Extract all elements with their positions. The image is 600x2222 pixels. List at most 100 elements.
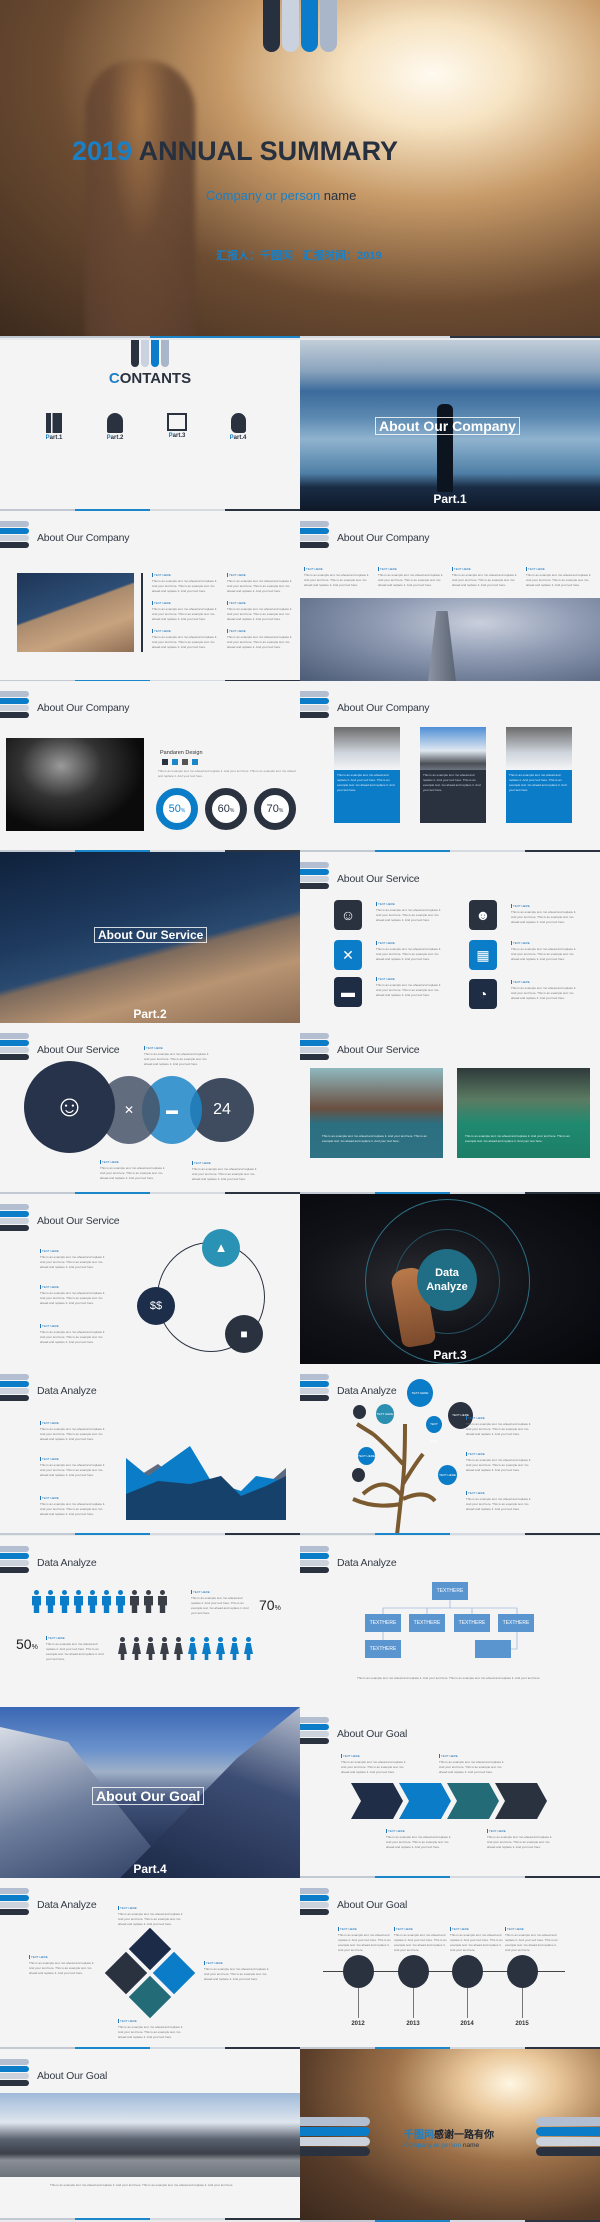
text-block-body: This is an example text. Go ahead and re… (40, 1290, 106, 1305)
text-block-body: This is an example text. Go ahead and re… (466, 1421, 532, 1436)
text-block-label: TEXT HERE (152, 629, 220, 633)
text-block-body: This is an example text. Go ahead and re… (376, 982, 442, 997)
part-item-2[interactable]: Part.2 (101, 413, 129, 441)
google-plus-icon[interactable] (182, 759, 188, 765)
text-block-body: This is an example text. Go ahead and re… (338, 1932, 391, 1952)
slide-service-2[interactable]: About Our Service TEXT HERE This is an ex… (0, 1023, 300, 1194)
text-block: TEXT HERE This is an example text. Go ahe… (40, 1324, 108, 1345)
text-block-label: TEXT HERE (191, 1590, 253, 1594)
text-block: TEXT HERE This is an example text. Go ahe… (227, 573, 295, 594)
org-box: TEXTHERE (409, 1614, 445, 1632)
header-stripes-icon (0, 521, 29, 549)
slide-title: About Our Goal (37, 2070, 108, 2082)
text-block: TEXT HERE This is an example text. Go ahe… (450, 1927, 504, 1953)
section-part: Part.4 (133, 1862, 167, 1876)
cover-title: 2019 ANNUAL SUMMARY (72, 136, 398, 167)
slide-section-goal[interactable]: About Our Goal Part.4 (0, 1707, 300, 1878)
header-stripes-icon (300, 691, 329, 719)
slide-section-service[interactable]: About Our Service Part.2 (0, 852, 300, 1023)
text-block-body: This is an example text. Go ahead and re… (144, 1051, 210, 1066)
slide-data-1[interactable]: Data Analyze TEXT HERE This is an example… (0, 1364, 300, 1535)
text-block-label: TEXT HERE (511, 904, 579, 908)
stripes-left-icon (300, 2117, 370, 2156)
header-stripes-icon (300, 1888, 329, 1916)
part-item-1[interactable]: Part.1 (40, 413, 68, 441)
tree-dot (353, 1405, 366, 1419)
chevron-steps (351, 1783, 547, 1819)
text-block-label: TEXT HERE (450, 1927, 504, 1931)
header-stripes-icon (300, 1717, 329, 1745)
slide-company-3[interactable]: About Our Company Pandaren Design This i… (0, 681, 300, 852)
gift-icon: ▦ (469, 940, 497, 970)
slide-company-4[interactable]: About Our Company This is an example tex… (300, 681, 600, 852)
text-block: TEXT HERE This is an example text. Go ahe… (511, 904, 579, 925)
text-block-label: TEXT HERE (144, 1046, 212, 1050)
text-block-label: TEXT HERE (466, 1452, 534, 1456)
text-block-label: TEXT HERE (118, 1906, 186, 1910)
text-block-body: This is an example text. Go ahead and re… (386, 1834, 452, 1849)
text-block: TEXT HERE This is an example text. Go ahe… (378, 567, 446, 588)
slide-title: Data Analyze (37, 1385, 97, 1397)
card-2: This is an example text. Go ahead and re… (420, 727, 486, 823)
text-block-body: This is an example text. Go ahead and re… (192, 1166, 258, 1181)
slide-section-data[interactable]: Data Analyze Part.3 (300, 1194, 600, 1365)
slide-data-4[interactable]: Data Analyze TEXTHERE TEXTHERE TEXTHERE … (300, 1536, 600, 1707)
female-person-icon (132, 1637, 141, 1660)
text-block: TEXT HERE This is an example text. Go ahe… (118, 1906, 186, 1927)
text-block-label: TEXT HERE (386, 1829, 454, 1833)
stripes-right-icon (536, 2117, 600, 2156)
slide-company-1[interactable]: About Our Company TEXT HERE This is an ex… (0, 511, 300, 682)
slide-goal-2[interactable]: About Our Goal TEXT HERE This is an examp… (300, 1878, 600, 2049)
slide-data-3[interactable]: Data Analyze TEXT HERE This is an example… (0, 1536, 300, 1707)
header-stripes-icon (300, 1374, 329, 1402)
text-block-label: TEXT HERE (118, 2019, 186, 2023)
slide-data-2[interactable]: Data Analyze TEXT HERE TEXT HERE TEXT HE… (300, 1364, 600, 1535)
percent-ring-50: 50% (156, 788, 198, 830)
timeline-node (343, 1955, 374, 1988)
header-stripes-icon (300, 521, 329, 549)
design-name: Pandaren Design (160, 750, 203, 756)
slide-service-4[interactable]: About Our Service TEXT HERE This is an ex… (0, 1194, 300, 1365)
header-stripes-icon (0, 1374, 29, 1402)
text-block: TEXT HERE This is an example text. Go ahe… (152, 573, 220, 594)
text-block: TEXT HERE This is an example text. Go ahe… (376, 941, 444, 962)
city-skyline-photo (0, 2093, 300, 2177)
logo-bars-icon (131, 340, 169, 367)
concert-photo (6, 738, 144, 831)
header-stripes-icon (0, 1033, 29, 1061)
worker-icon: ☻ (469, 900, 497, 930)
text-block-label: TEXT HERE (152, 601, 220, 605)
text-block-label: TEXT HERE (40, 1324, 108, 1328)
slide-cover[interactable]: 2019 ANNUAL SUMMARY Company or person na… (0, 0, 600, 338)
text-block-label: TEXT HERE (505, 1927, 559, 1931)
slide-company-2[interactable]: About Our Company TEXT HERE This is an ex… (300, 511, 600, 682)
part-item-3[interactable]: Part.3 (163, 413, 191, 439)
female-person-icon (216, 1637, 225, 1660)
slide-service-3[interactable]: About Our Service This is an example tex… (300, 1023, 600, 1194)
linkedin-icon[interactable] (192, 759, 198, 765)
slide-data-5[interactable]: Data Analyze TEXT HERE This is an example… (0, 1878, 300, 2049)
card-1: This is an example text. Go ahead and re… (334, 727, 400, 823)
text-block: TEXT HERE This is an example text. Go ahe… (304, 567, 372, 588)
person-icon (107, 413, 123, 433)
text-block-body: This is an example text. Go ahead and re… (341, 1759, 407, 1774)
text-block: TEXT HERE This is an example text. Go ahe… (40, 1457, 108, 1478)
facebook-icon[interactable] (162, 759, 168, 765)
part-item-4[interactable]: Part.4 (224, 413, 252, 441)
twitter-icon[interactable] (172, 759, 178, 765)
text-block-label: TEXT HERE (40, 1457, 108, 1461)
slide-contents[interactable]: CONTANTS Part.1 Part.2 Part.3 Part.4 (0, 340, 300, 511)
slide-goal-3[interactable]: About Our Goal This is an example text. … (0, 2049, 300, 2220)
text-block: TEXT HERE This is an example text. Go ahe… (376, 902, 444, 923)
people-row-male (32, 1590, 167, 1613)
closing-name: Company or person name (404, 2142, 480, 2149)
text-block-label: TEXT HERE (29, 1955, 97, 1959)
slide-closing[interactable]: 千图网感谢一路有你 Company or person name (300, 2049, 600, 2222)
slide-title: Data Analyze (37, 1557, 97, 1569)
slide-goal-1[interactable]: About Our Goal TEXT HERE This is an examp… (300, 1707, 600, 1878)
section-title: About Our Company (375, 417, 520, 435)
slide-service-1[interactable]: About Our Service ☺ ☻ ✕ ▦ ▬ ◔ TEXT HERE T… (300, 852, 600, 1023)
slide-section-company[interactable]: About Our Company Part.1 (300, 340, 600, 511)
header-stripes-icon (0, 1888, 29, 1916)
text-block-body: This is an example text. Go ahead and re… (191, 1595, 249, 1615)
